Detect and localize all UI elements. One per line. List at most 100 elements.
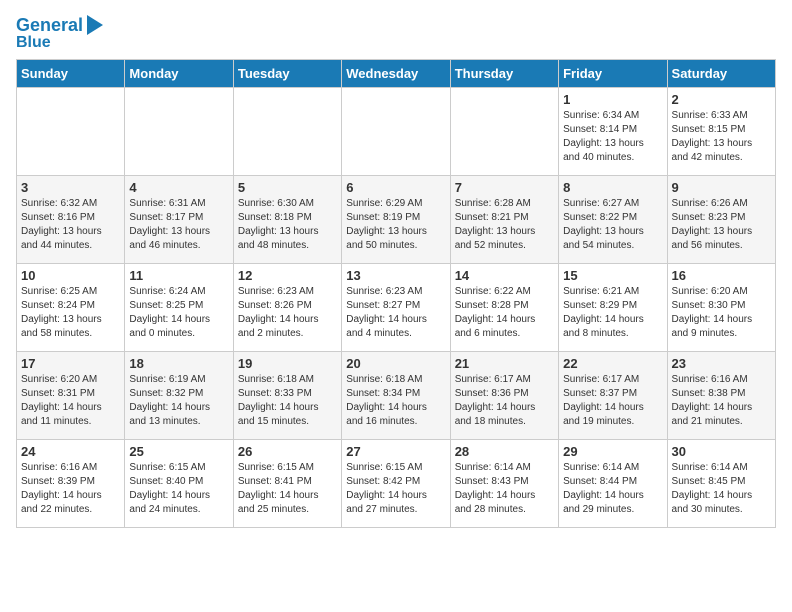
day-detail: Sunrise: 6:15 AM Sunset: 8:40 PM Dayligh… — [129, 461, 228, 517]
day-detail: Sunrise: 6:28 AM Sunset: 8:21 PM Dayligh… — [455, 197, 554, 253]
day-detail: Sunrise: 6:16 AM Sunset: 8:39 PM Dayligh… — [21, 461, 120, 517]
calendar-day-cell: 4 Sunrise: 6:31 AM Sunset: 8:17 PM Daylig… — [125, 176, 233, 264]
day-detail: Sunrise: 6:29 AM Sunset: 8:19 PM Dayligh… — [346, 197, 445, 253]
calendar-day-cell: 3 Sunrise: 6:32 AM Sunset: 8:16 PM Daylig… — [17, 176, 125, 264]
day-detail: Sunrise: 6:18 AM Sunset: 8:34 PM Dayligh… — [346, 373, 445, 429]
day-detail: Sunrise: 6:30 AM Sunset: 8:18 PM Dayligh… — [238, 197, 337, 253]
day-detail: Sunrise: 6:20 AM Sunset: 8:30 PM Dayligh… — [672, 285, 771, 341]
day-detail: Sunrise: 6:34 AM Sunset: 8:14 PM Dayligh… — [563, 109, 662, 165]
calendar-day-cell: 19Sunrise: 6:18 AM Sunset: 8:33 PM Dayli… — [233, 352, 341, 440]
calendar-day-cell: 8 Sunrise: 6:27 AM Sunset: 8:22 PM Daylig… — [559, 176, 667, 264]
calendar-day-cell: 9 Sunrise: 6:26 AM Sunset: 8:23 PM Daylig… — [667, 176, 775, 264]
day-number: 6 — [346, 180, 445, 195]
empty-cell — [233, 88, 341, 176]
calendar-day-cell: 22 Sunrise: 6:17 AM Sunset: 8:37 PM Dayli… — [559, 352, 667, 440]
day-detail: Sunrise: 6:33 AM Sunset: 8:15 PM Dayligh… — [672, 109, 771, 165]
day-number: 11 — [129, 268, 228, 283]
calendar-day-cell: 29 Sunrise: 6:14 AM Sunset: 8:44 PM Dayli… — [559, 440, 667, 528]
empty-cell — [342, 88, 450, 176]
day-number: 8 — [563, 180, 662, 195]
calendar-day-cell: 1 Sunrise: 6:34 AM Sunset: 8:14 PM Daylig… — [559, 88, 667, 176]
calendar-day-cell: 10 Sunrise: 6:25 AM Sunset: 8:24 PM Dayli… — [17, 264, 125, 352]
day-of-week-header: Wednesday — [342, 60, 450, 88]
day-of-week-header: Saturday — [667, 60, 775, 88]
day-detail: Sunrise: 6:20 AM Sunset: 8:31 PM Dayligh… — [21, 373, 120, 429]
day-number: 29 — [563, 444, 662, 459]
calendar-day-cell: 25 Sunrise: 6:15 AM Sunset: 8:40 PM Dayli… — [125, 440, 233, 528]
calendar-day-cell: 30 Sunrise: 6:14 AM Sunset: 8:45 PM Dayli… — [667, 440, 775, 528]
calendar-day-cell: 16 Sunrise: 6:20 AM Sunset: 8:30 PM Dayli… — [667, 264, 775, 352]
calendar-day-cell: 23Sunrise: 6:16 AM Sunset: 8:38 PM Dayli… — [667, 352, 775, 440]
day-of-week-header: Thursday — [450, 60, 558, 88]
day-detail: Sunrise: 6:23 AM Sunset: 8:26 PM Dayligh… — [238, 285, 337, 341]
calendar-day-cell: 24 Sunrise: 6:16 AM Sunset: 8:39 PM Dayli… — [17, 440, 125, 528]
calendar-day-cell: 11 Sunrise: 6:24 AM Sunset: 8:25 PM Dayli… — [125, 264, 233, 352]
calendar-day-cell: 28 Sunrise: 6:14 AM Sunset: 8:43 PM Dayli… — [450, 440, 558, 528]
empty-cell — [125, 88, 233, 176]
day-number: 13 — [346, 268, 445, 283]
day-detail: Sunrise: 6:17 AM Sunset: 8:36 PM Dayligh… — [455, 373, 554, 429]
day-of-week-header: Tuesday — [233, 60, 341, 88]
day-detail: Sunrise: 6:15 AM Sunset: 8:41 PM Dayligh… — [238, 461, 337, 517]
day-detail: Sunrise: 6:16 AM Sunset: 8:38 PM Dayligh… — [672, 373, 771, 429]
logo-text-line2: Blue — [16, 34, 51, 52]
day-number: 4 — [129, 180, 228, 195]
day-detail: Sunrise: 6:14 AM Sunset: 8:45 PM Dayligh… — [672, 461, 771, 517]
page-header: General Blue — [16, 16, 776, 51]
calendar-day-cell: 17 Sunrise: 6:20 AM Sunset: 8:31 PM Dayli… — [17, 352, 125, 440]
day-detail: Sunrise: 6:31 AM Sunset: 8:17 PM Dayligh… — [129, 197, 228, 253]
calendar-day-cell: 5 Sunrise: 6:30 AM Sunset: 8:18 PM Daylig… — [233, 176, 341, 264]
calendar-day-cell: 12 Sunrise: 6:23 AM Sunset: 8:26 PM Dayli… — [233, 264, 341, 352]
day-number: 2 — [672, 92, 771, 107]
calendar-day-cell: 20 Sunrise: 6:18 AM Sunset: 8:34 PM Dayli… — [342, 352, 450, 440]
calendar-day-cell: 21 Sunrise: 6:17 AM Sunset: 8:36 PM Dayli… — [450, 352, 558, 440]
day-detail: Sunrise: 6:22 AM Sunset: 8:28 PM Dayligh… — [455, 285, 554, 341]
calendar-day-cell: 26 Sunrise: 6:15 AM Sunset: 8:41 PM Dayli… — [233, 440, 341, 528]
day-of-week-header: Friday — [559, 60, 667, 88]
day-number: 22 — [563, 356, 662, 371]
day-of-week-header: Sunday — [17, 60, 125, 88]
calendar-day-cell: 18 Sunrise: 6:19 AM Sunset: 8:32 PM Dayli… — [125, 352, 233, 440]
day-number: 17 — [21, 356, 120, 371]
day-detail: Sunrise: 6:32 AM Sunset: 8:16 PM Dayligh… — [21, 197, 120, 253]
calendar-day-cell: 13Sunrise: 6:23 AM Sunset: 8:27 PM Dayli… — [342, 264, 450, 352]
empty-cell — [17, 88, 125, 176]
day-detail: Sunrise: 6:19 AM Sunset: 8:32 PM Dayligh… — [129, 373, 228, 429]
day-detail: Sunrise: 6:24 AM Sunset: 8:25 PM Dayligh… — [129, 285, 228, 341]
day-detail: Sunrise: 6:17 AM Sunset: 8:37 PM Dayligh… — [563, 373, 662, 429]
day-number: 20 — [346, 356, 445, 371]
day-number: 25 — [129, 444, 228, 459]
day-detail: Sunrise: 6:25 AM Sunset: 8:24 PM Dayligh… — [21, 285, 120, 341]
day-number: 24 — [21, 444, 120, 459]
day-number: 9 — [672, 180, 771, 195]
day-number: 21 — [455, 356, 554, 371]
day-number: 26 — [238, 444, 337, 459]
day-number: 15 — [563, 268, 662, 283]
calendar-table: SundayMondayTuesdayWednesdayThursdayFrid… — [16, 59, 776, 528]
calendar-day-cell: 15 Sunrise: 6:21 AM Sunset: 8:29 PM Dayli… — [559, 264, 667, 352]
calendar-day-cell: 14 Sunrise: 6:22 AM Sunset: 8:28 PM Dayli… — [450, 264, 558, 352]
logo: General Blue — [16, 16, 103, 51]
day-number: 10 — [21, 268, 120, 283]
day-number: 27 — [346, 444, 445, 459]
day-detail: Sunrise: 6:21 AM Sunset: 8:29 PM Dayligh… — [563, 285, 662, 341]
day-detail: Sunrise: 6:15 AM Sunset: 8:42 PM Dayligh… — [346, 461, 445, 517]
calendar-day-cell: 2 Sunrise: 6:33 AM Sunset: 8:15 PM Daylig… — [667, 88, 775, 176]
day-number: 30 — [672, 444, 771, 459]
day-detail: Sunrise: 6:27 AM Sunset: 8:22 PM Dayligh… — [563, 197, 662, 253]
calendar-day-cell: 27 Sunrise: 6:15 AM Sunset: 8:42 PM Dayli… — [342, 440, 450, 528]
calendar-day-cell: 7Sunrise: 6:28 AM Sunset: 8:21 PM Daylig… — [450, 176, 558, 264]
day-number: 5 — [238, 180, 337, 195]
day-detail: Sunrise: 6:26 AM Sunset: 8:23 PM Dayligh… — [672, 197, 771, 253]
day-number: 14 — [455, 268, 554, 283]
day-of-week-header: Monday — [125, 60, 233, 88]
day-detail: Sunrise: 6:14 AM Sunset: 8:44 PM Dayligh… — [563, 461, 662, 517]
day-number: 18 — [129, 356, 228, 371]
day-detail: Sunrise: 6:14 AM Sunset: 8:43 PM Dayligh… — [455, 461, 554, 517]
day-number: 28 — [455, 444, 554, 459]
day-number: 12 — [238, 268, 337, 283]
day-detail: Sunrise: 6:18 AM Sunset: 8:33 PM Dayligh… — [238, 373, 337, 429]
day-number: 1 — [563, 92, 662, 107]
day-number: 16 — [672, 268, 771, 283]
day-number: 3 — [21, 180, 120, 195]
